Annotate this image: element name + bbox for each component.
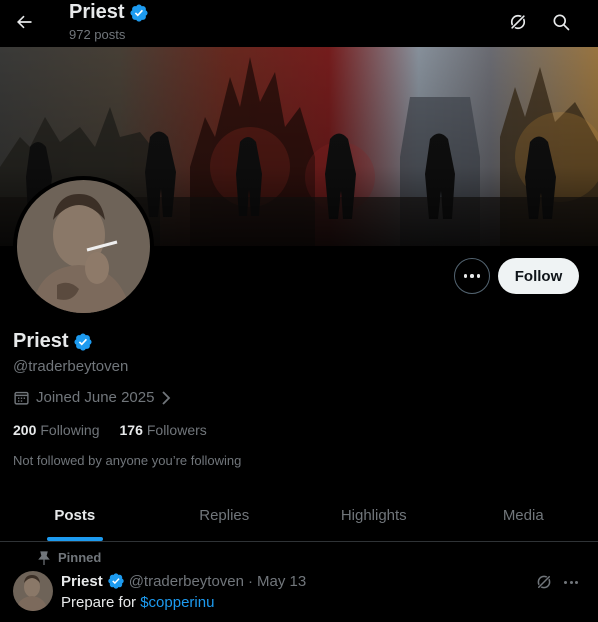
- following-link[interactable]: 200 Following: [13, 422, 100, 438]
- pinned-indicator: Pinned: [38, 550, 101, 565]
- tab-replies[interactable]: Replies: [150, 490, 300, 541]
- following-count: 200: [13, 422, 37, 438]
- followers-label: Followers: [146, 422, 207, 438]
- tab-highlights[interactable]: Highlights: [299, 490, 449, 541]
- following-label: Following: [40, 422, 100, 438]
- post-text: Prepare for $copperinu: [61, 594, 214, 611]
- post-author-avatar[interactable]: [13, 571, 53, 611]
- post-count: 972 posts: [69, 27, 126, 42]
- chevron-right-icon: [162, 390, 171, 405]
- joined-date[interactable]: Joined June 2025: [13, 389, 172, 406]
- search-button[interactable]: [545, 6, 577, 38]
- post-text-prefix: Prepare for: [61, 594, 141, 611]
- verified-badge-icon: [130, 3, 148, 22]
- post-separator: ·: [248, 572, 253, 590]
- post-date[interactable]: May 13: [257, 573, 306, 590]
- grok-icon: [536, 574, 552, 590]
- tab-posts[interactable]: Posts: [0, 490, 150, 541]
- header-name: Priest: [69, 1, 149, 24]
- calendar-icon: [14, 391, 29, 405]
- followers-link[interactable]: 176 Followers: [120, 422, 207, 438]
- post-avatar-image: [13, 571, 53, 611]
- profile-stats: 200 Following 176 Followers: [13, 422, 207, 438]
- more-options-button[interactable]: [454, 258, 490, 294]
- post-author-name[interactable]: Priest: [61, 573, 103, 590]
- pinned-label: Pinned: [58, 550, 102, 565]
- grok-button[interactable]: [502, 6, 534, 38]
- header-name-text: Priest: [69, 1, 125, 23]
- more-dot-icon: [575, 580, 578, 584]
- back-arrow-icon: [17, 15, 32, 29]
- more-dot-icon: [470, 274, 474, 278]
- tab-media[interactable]: Media: [449, 490, 598, 541]
- follow-button[interactable]: Follow: [498, 258, 579, 294]
- search-icon: [553, 14, 570, 31]
- more-dot-icon: [569, 580, 573, 584]
- cashtag-link[interactable]: $copperinu: [140, 594, 214, 611]
- more-dot-icon: [564, 580, 567, 584]
- profile-name-text: Priest: [13, 330, 69, 352]
- avatar-image: [17, 180, 150, 313]
- followed-by-note: Not followed by anyone you’re following: [13, 453, 242, 468]
- post-author-handle[interactable]: @traderbeytoven: [129, 573, 244, 590]
- followers-count: 176: [119, 422, 143, 438]
- more-dot-icon: [476, 274, 481, 278]
- profile-avatar[interactable]: [13, 176, 154, 317]
- post-header: Priest @traderbeytoven · May 13: [61, 572, 306, 590]
- verified-badge-icon[interactable]: [73, 332, 93, 352]
- verified-badge-icon: [108, 573, 124, 589]
- more-dot-icon: [463, 274, 468, 278]
- joined-text: Joined June 2025: [36, 389, 155, 406]
- profile-handle: @traderbeytoven: [13, 358, 129, 375]
- post-grok-button[interactable]: [533, 571, 555, 593]
- profile-name: Priest: [13, 330, 93, 353]
- post-more-button[interactable]: [560, 571, 582, 593]
- top-bar: Priest 972 posts: [0, 0, 598, 47]
- grok-icon: [510, 14, 526, 30]
- pin-icon: [38, 550, 50, 565]
- back-button[interactable]: [8, 6, 40, 38]
- profile-tabs: Posts Replies Highlights Media: [0, 490, 598, 542]
